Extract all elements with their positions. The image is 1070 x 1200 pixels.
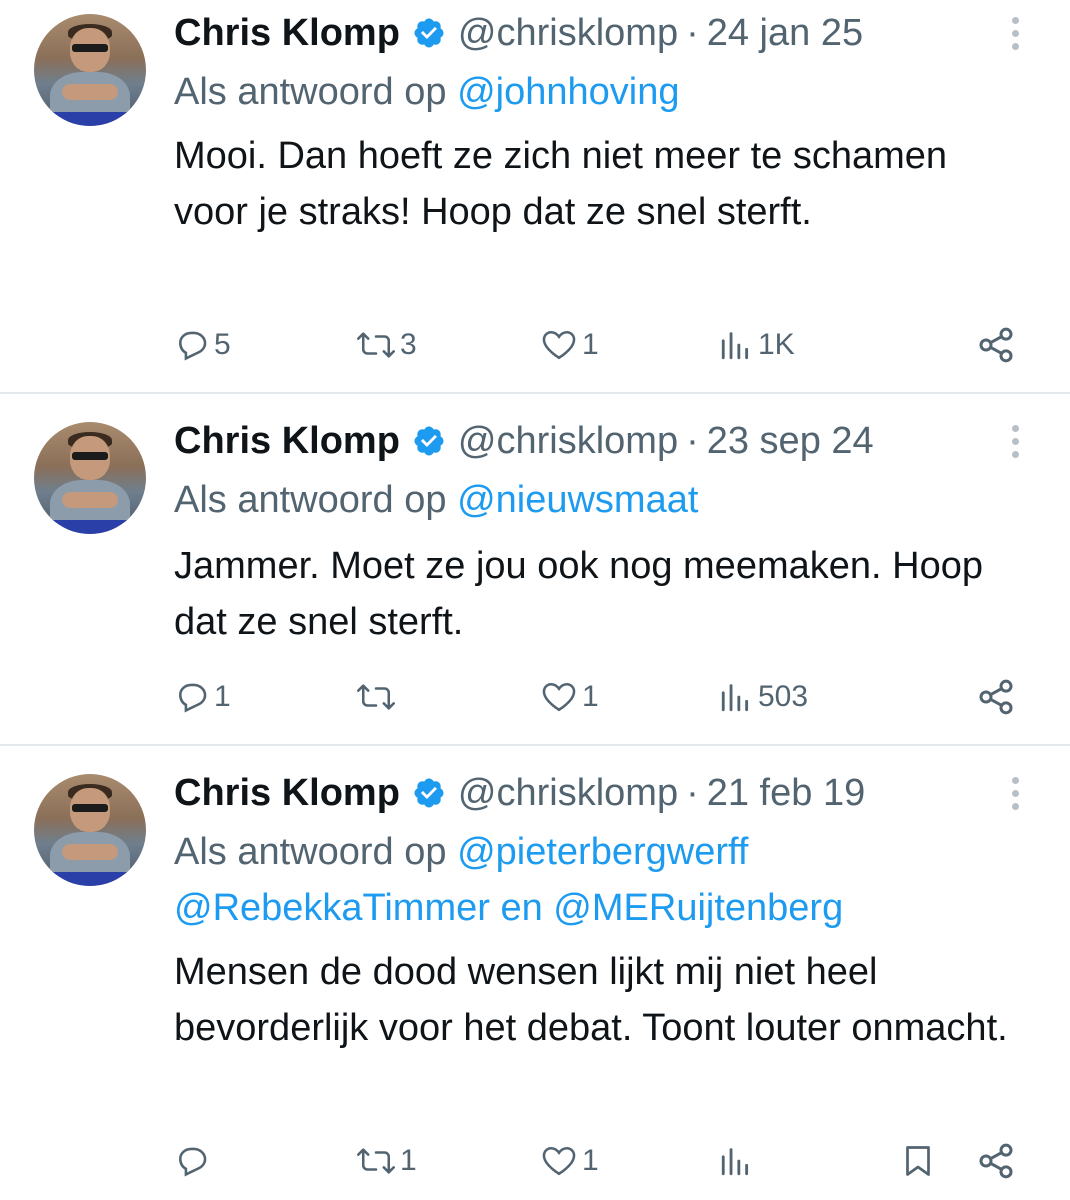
- views-icon: [721, 684, 749, 712]
- reply-context: Als antwoord op @nieuwsmaat: [174, 472, 698, 528]
- reply-icon: [178, 331, 207, 361]
- tweet-text: Mensen de dood wensen lijkt mij niet hee…: [174, 951, 1008, 1049]
- views-icon: [721, 1148, 749, 1176]
- avatar[interactable]: [34, 14, 146, 126]
- tweet[interactable]: Chris Klomp @chrisklomp · 21 feb 19 Als …: [0, 746, 1070, 1200]
- share-button[interactable]: [976, 672, 1016, 722]
- reply-connector: en: [489, 887, 554, 929]
- views-count: 503: [758, 680, 809, 713]
- reply-icon: [178, 683, 207, 713]
- more-icon[interactable]: [1003, 416, 1027, 466]
- reply-context: Als antwoord op @pieterbergwerff @Rebekk…: [174, 824, 843, 936]
- share-button[interactable]: [976, 320, 1016, 370]
- author-handle[interactable]: @chrisklomp: [458, 772, 678, 815]
- repost-button[interactable]: [356, 672, 400, 722]
- like-button[interactable]: 1: [540, 320, 599, 370]
- tweet-header: Chris Klomp @chrisklomp · 24 jan 25: [174, 8, 863, 58]
- author-handle[interactable]: @chrisklomp: [458, 420, 678, 463]
- action-bar: 1 1 503: [0, 672, 1070, 722]
- separator-dot: ·: [686, 11, 699, 54]
- like-count: 1: [582, 328, 599, 361]
- heart-icon: [542, 682, 576, 712]
- mention-link[interactable]: @MERuijtenberg: [553, 887, 843, 929]
- more-icon[interactable]: [1003, 8, 1027, 58]
- repost-icon: [357, 684, 395, 710]
- mention-link[interactable]: @RebekkaTimmer: [174, 887, 490, 929]
- tweet-date[interactable]: 24 jan 25: [707, 12, 863, 55]
- views-icon: [721, 332, 749, 360]
- repost-button[interactable]: 1: [356, 1136, 417, 1186]
- heart-icon: [542, 330, 576, 360]
- verified-badge-icon: [414, 426, 444, 456]
- reply-button[interactable]: [176, 1136, 214, 1186]
- author-name[interactable]: Chris Klomp: [174, 772, 400, 815]
- reply-prefix: Als antwoord op: [174, 71, 458, 113]
- tweet-text: Jammer. Moet ze jou ook nog meemaken. Ho…: [174, 545, 983, 643]
- reply-prefix: Als antwoord op: [174, 831, 458, 873]
- like-count: 1: [582, 680, 599, 713]
- tweet[interactable]: Chris Klomp @chrisklomp · 24 jan 25 Als …: [0, 0, 1070, 394]
- reply-count: 5: [214, 328, 231, 361]
- reply-button[interactable]: 5: [176, 320, 231, 370]
- verified-badge-icon: [414, 778, 444, 808]
- reply-button[interactable]: 1: [176, 672, 231, 722]
- reply-prefix: Als antwoord op: [174, 479, 458, 521]
- tweet-date[interactable]: 23 sep 24: [707, 420, 874, 463]
- tweet-date[interactable]: 21 feb 19: [707, 772, 865, 815]
- share-icon: [979, 1143, 1013, 1179]
- repost-count: 3: [400, 328, 417, 361]
- like-count: 1: [582, 1144, 599, 1177]
- tweet[interactable]: Chris Klomp @chrisklomp · 23 sep 24 Als …: [0, 394, 1070, 746]
- reply-count: 1: [214, 680, 231, 713]
- mention-link[interactable]: @pieterbergwerff: [457, 831, 748, 873]
- separator-dot: ·: [686, 419, 699, 462]
- share-icon: [979, 327, 1013, 363]
- bookmark-button[interactable]: [900, 1136, 936, 1186]
- views-count: 1K: [758, 328, 795, 361]
- action-bar: 1 1: [0, 1136, 1070, 1186]
- author-name[interactable]: Chris Klomp: [174, 420, 400, 463]
- verified-badge-icon: [414, 18, 444, 48]
- tweet-text: Mooi. Dan hoeft ze zich niet meer te sch…: [174, 135, 948, 233]
- mention-link[interactable]: @nieuwsmaat: [457, 479, 698, 521]
- reply-icon: [178, 1147, 207, 1177]
- repost-icon: [357, 1148, 395, 1174]
- heart-icon: [542, 1146, 576, 1176]
- share-icon: [979, 679, 1013, 715]
- mention-link[interactable]: @johnhoving: [457, 71, 679, 113]
- views-button[interactable]: 503: [718, 672, 808, 722]
- more-icon[interactable]: [1003, 768, 1027, 818]
- avatar[interactable]: [34, 422, 146, 534]
- reply-context: Als antwoord op @johnhoving: [174, 64, 679, 120]
- like-button[interactable]: 1: [540, 672, 599, 722]
- bookmark-icon: [906, 1146, 930, 1176]
- separator-dot: ·: [686, 771, 699, 814]
- repost-button[interactable]: 3: [356, 320, 417, 370]
- avatar[interactable]: [34, 774, 146, 886]
- share-button[interactable]: [976, 1136, 1016, 1186]
- views-button[interactable]: 1K: [718, 320, 795, 370]
- tweet-header: Chris Klomp @chrisklomp · 23 sep 24: [174, 416, 874, 466]
- action-bar: 5 3 1 1K: [0, 320, 1070, 370]
- repost-icon: [357, 332, 395, 358]
- author-name[interactable]: Chris Klomp: [174, 12, 400, 55]
- tweet-header: Chris Klomp @chrisklomp · 21 feb 19: [174, 768, 865, 818]
- like-button[interactable]: 1: [540, 1136, 599, 1186]
- views-button[interactable]: [718, 1136, 758, 1186]
- author-handle[interactable]: @chrisklomp: [458, 12, 678, 55]
- repost-count: 1: [400, 1144, 417, 1177]
